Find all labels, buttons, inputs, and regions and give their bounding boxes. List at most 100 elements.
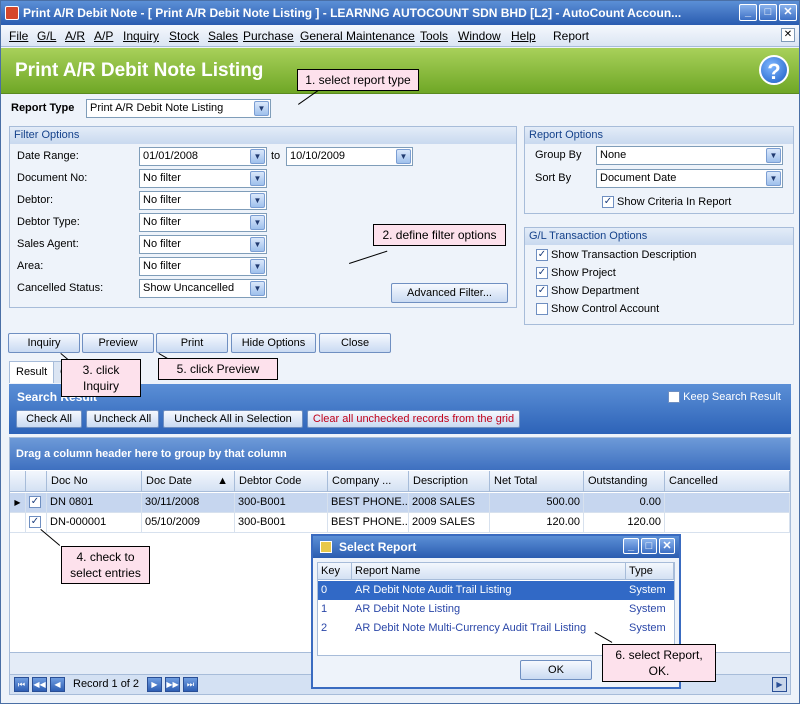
- sort-by-combo[interactable]: Document Date ▼: [596, 169, 783, 188]
- col-description[interactable]: Description: [409, 471, 490, 492]
- chevron-down-icon[interactable]: ▼: [250, 171, 265, 186]
- cancelled-status-combo[interactable]: Show Uncancelled ▼: [139, 279, 267, 298]
- row-indicator-header: [10, 471, 26, 492]
- group-by-combo[interactable]: None ▼: [596, 146, 783, 165]
- menu-purchase[interactable]: Purchase: [243, 29, 294, 43]
- menu-ap[interactable]: A/P: [94, 29, 113, 43]
- dialog-close-icon[interactable]: ✕: [659, 538, 675, 554]
- area-combo[interactable]: No filter ▼: [139, 257, 267, 276]
- document-no-combo[interactable]: No filter ▼: [139, 169, 267, 188]
- row-select[interactable]: ✓: [26, 493, 47, 513]
- chevron-down-icon[interactable]: ▼: [250, 149, 265, 164]
- menu-stock[interactable]: Stock: [169, 29, 199, 43]
- show-control-account-label: Show Control Account: [551, 303, 660, 315]
- chevron-down-icon[interactable]: ▼: [250, 281, 265, 296]
- show-project-checkbox[interactable]: ✓: [536, 267, 548, 279]
- report-name: AR Debit Note Audit Trail Listing: [355, 584, 512, 596]
- col-net-total[interactable]: Net Total: [490, 471, 584, 492]
- close-icon[interactable]: ✕: [779, 4, 797, 21]
- callout-select-report-ok: 6. select Report, OK.: [602, 644, 716, 682]
- col-debtor-code[interactable]: Debtor Code: [235, 471, 328, 492]
- ok-button[interactable]: OK: [520, 660, 592, 680]
- tab-result[interactable]: Result: [9, 361, 55, 383]
- last-record-icon[interactable]: ⏭: [183, 677, 198, 692]
- debtor-type-combo[interactable]: No filter ▼: [139, 213, 267, 232]
- show-control-account-checkbox[interactable]: [536, 303, 548, 315]
- uncheck-selection-button[interactable]: Uncheck All in Selection: [163, 410, 303, 428]
- dialog-minimize-icon[interactable]: _: [623, 538, 639, 554]
- next-record-icon[interactable]: ▶: [147, 677, 162, 692]
- row-select[interactable]: ✓: [26, 513, 47, 533]
- close-button[interactable]: Close: [319, 333, 391, 353]
- print-button[interactable]: Print: [156, 333, 228, 353]
- clear-unchecked-button[interactable]: Clear all unchecked records from the gri…: [307, 410, 520, 428]
- table-row[interactable]: ✓ DN-000001 05/10/2009 300-B001 BEST PHO…: [10, 513, 790, 533]
- mdi-close-icon[interactable]: ✕: [781, 28, 795, 42]
- menu-general-maintenance[interactable]: General Maintenance: [300, 29, 415, 43]
- chevron-down-icon[interactable]: ▼: [396, 149, 411, 164]
- uncheck-all-button[interactable]: Uncheck All: [86, 410, 159, 428]
- menu-window[interactable]: Window: [458, 29, 501, 43]
- prev-page-icon[interactable]: ◀◀: [32, 677, 47, 692]
- prev-record-icon[interactable]: ◀: [50, 677, 65, 692]
- chevron-down-icon[interactable]: ▼: [250, 259, 265, 274]
- scroll-right-icon[interactable]: ▶: [772, 677, 787, 692]
- report-type-combo[interactable]: Print A/R Debit Note Listing ▼: [86, 99, 271, 118]
- list-item[interactable]: 1 AR Debit Note Listing System: [318, 600, 674, 619]
- show-department-checkbox[interactable]: ✓: [536, 285, 548, 297]
- row-checkbox[interactable]: ✓: [29, 516, 41, 528]
- chevron-down-icon[interactable]: ▼: [250, 193, 265, 208]
- col-type[interactable]: Type: [626, 563, 674, 580]
- gl-options-title: G/L Transaction Options: [525, 228, 793, 245]
- dialog-maximize-icon[interactable]: □: [641, 538, 657, 554]
- first-record-icon[interactable]: ⏮: [14, 677, 29, 692]
- report-type-label: Report Type: [11, 102, 75, 114]
- check-all-button[interactable]: Check All: [16, 410, 82, 428]
- show-transaction-description-checkbox[interactable]: ✓: [536, 249, 548, 261]
- menu-ar[interactable]: A/R: [65, 29, 85, 43]
- advanced-filter-button[interactable]: Advanced Filter...: [391, 283, 508, 303]
- menu-report[interactable]: Report: [553, 29, 589, 43]
- list-item[interactable]: 0 AR Debit Note Audit Trail Listing Syst…: [318, 581, 674, 600]
- menu-inquiry[interactable]: Inquiry: [123, 29, 159, 43]
- col-report-name[interactable]: Report Name: [352, 563, 626, 580]
- date-to-input[interactable]: 10/10/2009 ▼: [286, 147, 413, 166]
- menu-sales[interactable]: Sales: [208, 29, 238, 43]
- date-from-input[interactable]: 01/01/2008 ▼: [139, 147, 267, 166]
- sales-agent-combo[interactable]: No filter ▼: [139, 235, 267, 254]
- menu-gl[interactable]: G/L: [37, 29, 56, 43]
- col-key[interactable]: Key: [318, 563, 352, 580]
- app-icon: [5, 6, 19, 20]
- table-row[interactable]: ▶ ✓ DN 0801 30/11/2008 300-B001 BEST PHO…: [10, 493, 790, 513]
- menu-file[interactable]: File: [9, 29, 28, 43]
- select-column-header[interactable]: [26, 471, 47, 492]
- chevron-down-icon[interactable]: ▼: [250, 237, 265, 252]
- maximize-icon[interactable]: □: [759, 4, 777, 21]
- debtor-combo[interactable]: No filter ▼: [139, 191, 267, 210]
- chevron-down-icon[interactable]: ▼: [766, 171, 781, 186]
- hide-options-button[interactable]: Hide Options: [231, 333, 316, 353]
- minimize-icon[interactable]: _: [739, 4, 757, 21]
- list-item[interactable]: 2 AR Debit Note Multi-Currency Audit Tra…: [318, 619, 674, 638]
- keep-search-checkbox[interactable]: [668, 391, 681, 404]
- chevron-down-icon[interactable]: ▼: [254, 101, 269, 116]
- show-criteria-checkbox[interactable]: ✓: [602, 196, 614, 208]
- menu-help[interactable]: Help: [511, 29, 536, 43]
- row-checkbox[interactable]: ✓: [29, 496, 41, 508]
- cell-outstanding: 120.00: [584, 513, 665, 533]
- page-title: Print A/R Debit Note Listing: [15, 60, 264, 81]
- col-doc-date[interactable]: Doc Date ▲: [142, 471, 235, 492]
- col-cancelled[interactable]: Cancelled: [665, 471, 790, 492]
- help-icon[interactable]: ?: [759, 55, 789, 85]
- inquiry-button[interactable]: Inquiry: [8, 333, 80, 353]
- col-company[interactable]: Company ...: [328, 471, 409, 492]
- next-page-icon[interactable]: ▶▶: [165, 677, 180, 692]
- col-doc-no[interactable]: Doc No: [47, 471, 142, 492]
- chevron-down-icon[interactable]: ▼: [766, 148, 781, 163]
- keep-search-result[interactable]: Keep Search Result: [668, 391, 781, 404]
- col-outstanding[interactable]: Outstanding: [584, 471, 665, 492]
- preview-button[interactable]: Preview: [82, 333, 154, 353]
- report-list: Key Report Name Type 0 AR Debit Note Aud…: [317, 562, 675, 656]
- chevron-down-icon[interactable]: ▼: [250, 215, 265, 230]
- menu-tools[interactable]: Tools: [420, 29, 448, 43]
